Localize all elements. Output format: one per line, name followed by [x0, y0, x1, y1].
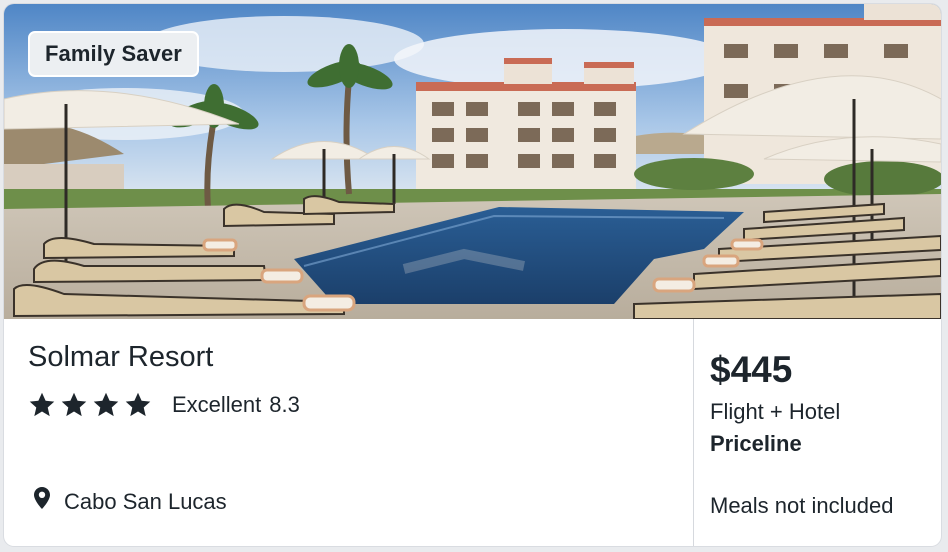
provider-name: Priceline — [710, 431, 802, 456]
star-rating — [28, 391, 152, 419]
package-type: Flight + Hotel — [710, 399, 841, 424]
rating-row: Excellent 8.3 — [28, 391, 300, 419]
star-icon — [29, 392, 55, 417]
location-row: Cabo San Lucas — [32, 487, 227, 515]
family-saver-badge: Family Saver — [28, 31, 199, 77]
star-icon — [125, 392, 151, 417]
price: $445 — [710, 349, 793, 390]
hotel-name[interactable]: Solmar Resort — [28, 341, 213, 374]
meals-info: Meals not included — [710, 493, 894, 518]
hotel-photo[interactable]: Family Saver — [4, 4, 941, 319]
hotel-info: Solmar Resort Excellent 8.3 Cabo San Luc… — [4, 319, 693, 546]
price-panel: $445 Flight + Hotel Priceline Meals not … — [694, 319, 941, 546]
rating-word: Excellent — [172, 392, 262, 417]
star-icon — [61, 392, 87, 417]
hotel-card[interactable]: Family Saver Solmar Resort Excellent 8.3… — [4, 4, 941, 546]
rating-score: 8.3 — [269, 392, 300, 417]
location-text: Cabo San Lucas — [64, 489, 227, 514]
star-icon — [93, 392, 119, 417]
map-pin-icon — [34, 487, 50, 509]
